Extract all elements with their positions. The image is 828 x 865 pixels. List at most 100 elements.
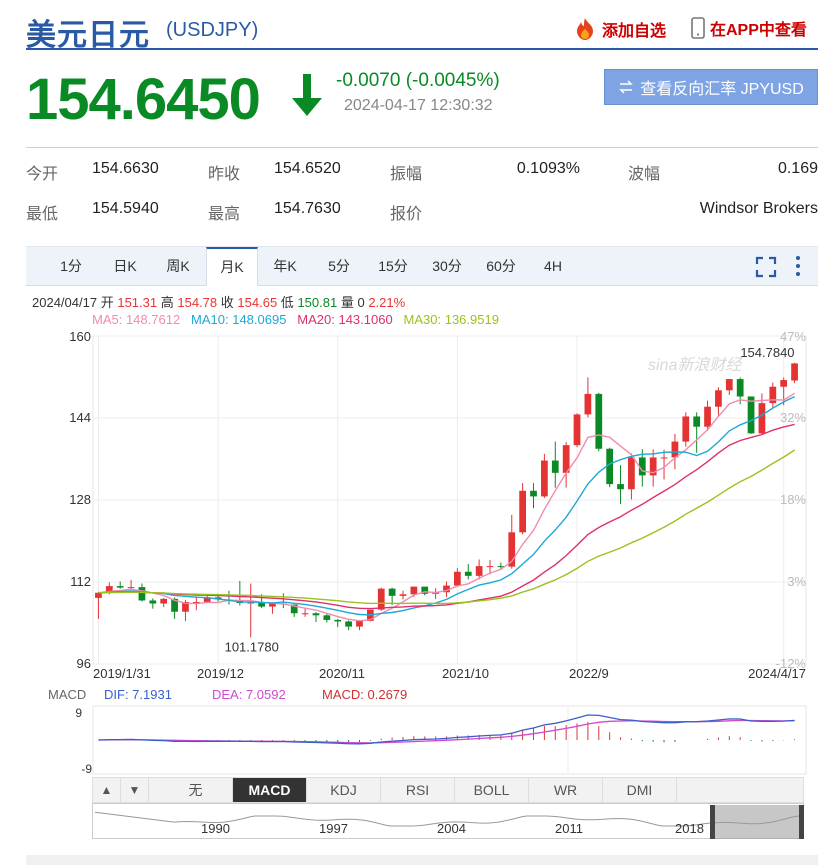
tab-4h[interactable]: 4H	[528, 247, 578, 286]
candle-body	[780, 380, 788, 387]
indicator-macd[interactable]: MACD	[233, 778, 307, 802]
candle-body	[160, 598, 168, 604]
ma10-value: MA10: 148.0695	[191, 312, 287, 327]
x-tick-label: 2024/4/17	[748, 666, 806, 681]
prev-close-label: 昨收	[208, 166, 241, 183]
candle-body	[725, 379, 733, 391]
amplitude-value: 0.1093%	[516, 160, 580, 177]
swap-icon	[619, 80, 634, 94]
navigator-selection[interactable]	[713, 805, 803, 839]
pair-code: (USDJPY)	[166, 19, 259, 41]
candle-body	[704, 406, 711, 427]
candle-body	[149, 600, 157, 604]
candle-body	[410, 586, 418, 595]
kline-close-label: 收	[220, 295, 234, 310]
x-tick-label: 2020/11	[319, 666, 365, 681]
reverse-rate-button[interactable]: 查看反向汇率 JPYUSD	[604, 69, 818, 105]
fullscreen-icon[interactable]	[755, 256, 777, 278]
candle-body	[693, 416, 701, 427]
kline-chart[interactable]: sina新浪财经 1601441281129647%32%18%3%-12%20…	[0, 326, 828, 778]
y-tick-label: 96	[77, 656, 91, 671]
nav-year-1990: 1990	[201, 821, 230, 836]
candle-body	[530, 490, 537, 497]
tab-daily[interactable]: 日K	[100, 247, 150, 286]
macd-title: MACD	[48, 687, 86, 702]
navigator-handle-left[interactable]	[710, 805, 715, 839]
candle-body	[584, 393, 592, 415]
add-watchlist-label: 添加自选	[602, 23, 667, 40]
indicator-kdj[interactable]: KDJ	[307, 778, 381, 802]
candle-body	[736, 379, 744, 397]
kline-high: 154.78	[177, 295, 218, 310]
navigator-overview: 1990 1997 2004 2011 2018	[94, 805, 804, 839]
view-in-app-button[interactable]: 在APP中查看	[691, 16, 807, 40]
tab-1min[interactable]: 1分	[46, 247, 96, 286]
indicator-none[interactable]: 无	[159, 778, 233, 802]
phone-icon	[691, 17, 705, 39]
indicator-rsi[interactable]: RSI	[381, 778, 455, 802]
candle-body	[628, 457, 635, 490]
candle-body	[138, 587, 146, 601]
macd-dea: DEA: 7.0592	[212, 687, 286, 702]
x-tick-label: 2022/9	[569, 666, 609, 681]
candle-body	[475, 566, 483, 576]
ma20-line	[98, 423, 795, 610]
wave-label: 波幅	[628, 166, 661, 183]
indicator-tabs: ▲ ▼ 无 MACD KDJ RSI BOLL WR DMI	[92, 777, 804, 803]
y-tick-label: 112	[70, 574, 91, 589]
open-label: 今开	[26, 166, 59, 183]
high-value: 154.7630	[274, 200, 341, 217]
navigator-handle-right[interactable]	[799, 805, 804, 839]
indicator-dmi[interactable]: DMI	[603, 778, 677, 802]
candle-body	[356, 620, 363, 627]
tab-30min[interactable]: 30分	[422, 247, 472, 286]
indicator-boll[interactable]: BOLL	[455, 778, 529, 802]
macd-ytick-top: 9	[75, 706, 82, 720]
scroll-up-icon[interactable]: ▲	[93, 778, 121, 802]
candle-body	[595, 393, 603, 449]
candle-body	[758, 403, 766, 434]
candle-body	[715, 390, 722, 407]
prev-close-value: 154.6520	[274, 160, 341, 177]
y-tick-label: 144	[69, 410, 91, 425]
y-tick-pct-label: 3%	[787, 574, 806, 589]
quote-timestamp: 2024-04-17 12:30:32	[344, 97, 493, 114]
quoter-value: Windsor Brokers	[699, 200, 818, 217]
quote-stats: 今开 154.6630 昨收 154.6520 振幅 0.1093% 波幅 0.…	[26, 147, 818, 229]
nav-year-1997: 1997	[319, 821, 348, 836]
x-tick-label: 2021/10	[442, 666, 489, 681]
candle-body	[388, 588, 396, 596]
kline-low-label: 低	[280, 295, 294, 310]
scroll-down-icon[interactable]: ▼	[121, 778, 149, 802]
add-watchlist-button[interactable]: 添加自选	[572, 16, 666, 42]
candle-body	[312, 613, 320, 616]
time-navigator[interactable]: 1990 1997 2004 2011 2018	[92, 803, 804, 839]
footer-bar	[26, 855, 818, 865]
wave-value: 0.169	[777, 160, 818, 177]
tab-60min[interactable]: 60分	[476, 247, 526, 286]
ma30-value: MA30: 136.9519	[403, 312, 499, 327]
high-label: 最高	[208, 206, 241, 223]
candle-body	[454, 571, 461, 586]
candle-body	[345, 621, 352, 627]
min-price-label: 101.1780	[225, 639, 279, 654]
more-options-icon[interactable]	[794, 254, 802, 278]
tab-15min[interactable]: 15分	[368, 247, 418, 286]
tab-5min[interactable]: 5分	[314, 247, 364, 286]
macd-hist: MACD: 0.2679	[322, 687, 407, 702]
candle-body	[301, 613, 309, 615]
tab-yearly[interactable]: 年K	[260, 247, 310, 286]
tab-weekly[interactable]: 周K	[153, 247, 203, 286]
candle-body	[682, 416, 690, 442]
kline-high-label: 高	[160, 295, 174, 310]
candle-body	[323, 615, 331, 620]
candle-body	[617, 484, 624, 490]
nav-year-2011: 2011	[555, 821, 583, 836]
nav-year-2018: 2018	[675, 821, 704, 836]
tab-monthly[interactable]: 月K	[206, 247, 258, 286]
kline-open-label: 开	[100, 295, 114, 310]
indicator-wr[interactable]: WR	[529, 778, 603, 802]
macd-dif: DIF: 7.1931	[104, 687, 172, 702]
x-tick-label: 2019/1/31	[93, 666, 151, 681]
candle-body	[399, 594, 407, 596]
